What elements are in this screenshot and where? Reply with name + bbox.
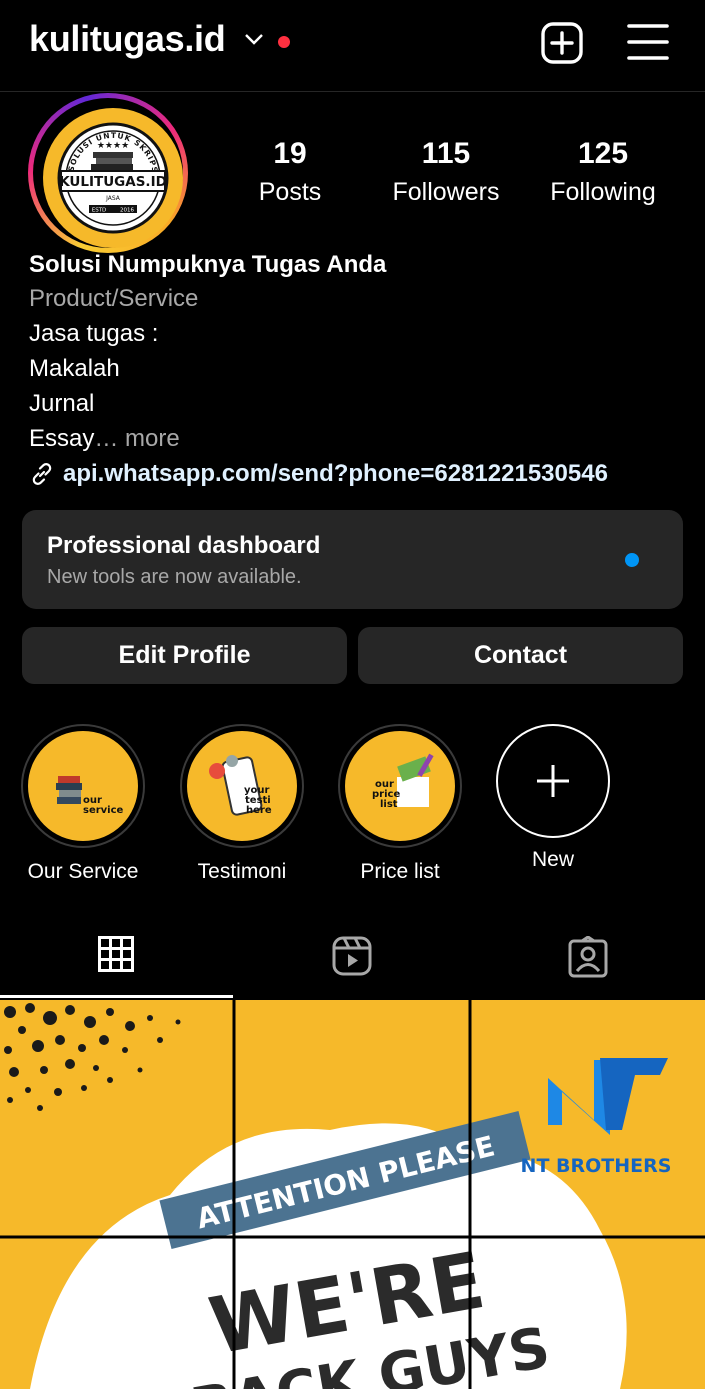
active-tab-indicator bbox=[0, 995, 233, 998]
tagged-icon[interactable] bbox=[568, 936, 608, 978]
profile-category: Product/Service bbox=[29, 285, 199, 312]
stat-label: Followers bbox=[392, 178, 500, 206]
link-icon bbox=[32, 463, 52, 485]
stat-value: 125 bbox=[577, 137, 629, 170]
chevron-down-icon[interactable] bbox=[244, 32, 264, 46]
dashboard-subtitle: New tools are now available. bbox=[47, 566, 302, 588]
edit-profile-button[interactable]: Edit Profile bbox=[22, 627, 347, 684]
plus-icon bbox=[537, 765, 569, 797]
dashboard-title: Professional dashboard bbox=[47, 532, 321, 559]
highlight-testimoni[interactable]: your testi here Testimoni bbox=[172, 724, 312, 884]
highlight-cover: our service bbox=[28, 731, 138, 841]
profile-display-name: Solusi Numpuknya Tugas Anda bbox=[29, 251, 387, 278]
highlight-label: Testimoni bbox=[197, 860, 287, 883]
profile-avatar[interactable]: SOLUSI UNTUK SKRIPSI ★★★★ KULITUGAS.ID J… bbox=[28, 93, 188, 253]
bio-more-link[interactable]: more bbox=[125, 425, 180, 452]
avatar-estd-text: ESTD bbox=[92, 208, 107, 214]
professional-dashboard-card[interactable]: Professional dashboard New tools are now… bbox=[22, 510, 683, 609]
svg-text:★★★★: ★★★★ bbox=[97, 140, 129, 150]
highlight-price-list[interactable]: our price list Price list bbox=[330, 724, 470, 884]
bio-line: Makalah bbox=[29, 355, 120, 382]
post-logo-text: NT BROTHERS bbox=[521, 1155, 672, 1177]
stat-label: Posts bbox=[258, 178, 322, 206]
account-username[interactable]: kulitugas.id bbox=[29, 18, 226, 60]
reels-icon[interactable] bbox=[332, 936, 372, 976]
followers-count[interactable]: 115 Followers bbox=[376, 136, 516, 210]
avatar-brand-text: KULITUGAS.ID bbox=[59, 174, 167, 190]
contact-button[interactable]: Contact bbox=[358, 627, 683, 684]
highlight-label: Our Service bbox=[27, 860, 139, 883]
highlight-our-service[interactable]: our service Our Service bbox=[13, 724, 153, 884]
menu-icon[interactable] bbox=[627, 22, 669, 62]
posts-count[interactable]: 19 Posts bbox=[220, 136, 360, 210]
highlight-label: Price list bbox=[360, 860, 440, 883]
highlight-cover-text: here bbox=[246, 805, 272, 816]
highlight-label: New bbox=[531, 848, 574, 871]
new-highlight-button[interactable]: New bbox=[483, 724, 623, 872]
bio-ellipsis: … bbox=[94, 425, 126, 452]
unread-dot bbox=[625, 553, 639, 567]
avatar-logo: SOLUSI UNTUK SKRIPSI ★★★★ KULITUGAS.ID J… bbox=[43, 108, 183, 248]
profile-tabs bbox=[0, 920, 705, 1000]
highlight-cover-text: service bbox=[83, 805, 124, 816]
bio-website-link[interactable]: api.whatsapp.com/send?phone=628122153054… bbox=[29, 456, 689, 492]
stat-value: 115 bbox=[421, 137, 471, 170]
avatar-year-text: 2016 bbox=[120, 208, 134, 214]
notification-dot bbox=[278, 36, 290, 48]
highlight-cover: your testi here bbox=[187, 731, 297, 841]
bio-last-line: Essay… more bbox=[29, 421, 689, 456]
post-grid: ATTENTION PLEASE WE'RE BACK GUYS NT BROT… bbox=[0, 1000, 705, 1389]
following-count[interactable]: 125 Following bbox=[533, 136, 673, 210]
profile-bio: Solusi Numpuknya Tugas Anda Product/Serv… bbox=[29, 248, 689, 492]
highlight-cover: our price list bbox=[345, 731, 455, 841]
grid-icon[interactable] bbox=[98, 936, 134, 972]
bio-line: Jasa tugas : bbox=[29, 320, 159, 347]
highlight-cover-text: list bbox=[380, 799, 398, 810]
bio-link-text: api.whatsapp.com/send?phone=628122153054… bbox=[63, 460, 608, 487]
bio-line: Jurnal bbox=[29, 390, 95, 417]
stat-value: 19 bbox=[273, 137, 307, 170]
bio-line: Essay bbox=[29, 425, 95, 452]
top-bar: kulitugas.id bbox=[0, 0, 705, 92]
stat-label: Following bbox=[550, 178, 656, 206]
avatar-sub-text: JASA bbox=[105, 195, 121, 202]
new-post-icon[interactable] bbox=[541, 22, 583, 64]
